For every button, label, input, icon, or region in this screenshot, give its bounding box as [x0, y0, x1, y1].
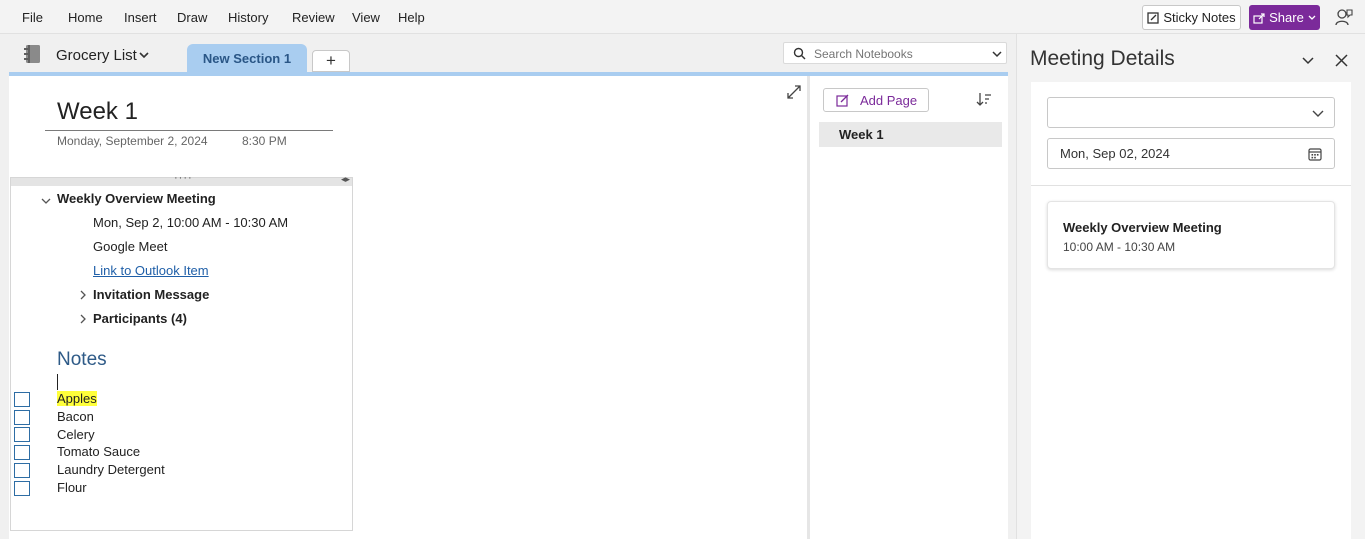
note-container-handle[interactable]: ···· ◂▸	[11, 172, 352, 186]
menu-file[interactable]: File	[22, 10, 43, 25]
text-caret	[57, 374, 58, 390]
sort-icon[interactable]	[976, 91, 992, 107]
checklist-item-tomato-sauce[interactable]: Tomato Sauce	[57, 444, 140, 459]
pane-divider	[1008, 74, 1016, 539]
menu-help[interactable]: Help	[398, 10, 425, 25]
expand-icon[interactable]	[786, 84, 802, 100]
chevron-right-icon[interactable]	[78, 314, 88, 324]
add-page-label: Add Page	[860, 93, 918, 108]
meeting-card-title: Weekly Overview Meeting	[1063, 220, 1222, 235]
checkbox-celery[interactable]	[14, 427, 30, 442]
checklist-item-laundry-detergent[interactable]: Laundry Detergent	[57, 462, 165, 477]
menu-bar: File Home Insert Draw History Review Vie…	[0, 0, 1365, 34]
meeting-card[interactable]: Weekly Overview Meeting 10:00 AM - 10:30…	[1047, 201, 1335, 269]
meeting-select-dropdown[interactable]	[1047, 97, 1335, 128]
checkbox-flour[interactable]	[14, 481, 30, 496]
notebook-name[interactable]: Grocery List	[56, 47, 137, 64]
checkbox-bacon[interactable]	[14, 410, 30, 425]
calendar-icon[interactable]	[1308, 147, 1322, 161]
menu-history[interactable]: History	[228, 10, 268, 25]
chevron-right-icon[interactable]	[78, 290, 88, 300]
menu-draw[interactable]: Draw	[177, 10, 207, 25]
meeting-location: Google Meet	[93, 239, 168, 254]
add-page-icon	[836, 94, 849, 107]
checklist-item-celery[interactable]: Celery	[57, 427, 95, 442]
chevron-down-icon[interactable]	[992, 49, 1002, 59]
menu-view[interactable]: View	[352, 10, 380, 25]
checkbox-tomato-sauce[interactable]	[14, 445, 30, 460]
menu-insert[interactable]: Insert	[124, 10, 157, 25]
chevron-down-icon[interactable]	[138, 50, 150, 60]
close-icon[interactable]	[1335, 54, 1348, 67]
checkbox-apples[interactable]	[14, 392, 30, 407]
page-list-item[interactable]: Week 1	[819, 122, 1002, 147]
divider	[1031, 185, 1351, 186]
sticky-notes-button[interactable]: Sticky Notes	[1142, 5, 1241, 30]
checklist-item-bacon[interactable]: Bacon	[57, 409, 94, 424]
chevron-down-icon[interactable]	[1301, 55, 1315, 67]
search-input[interactable]	[814, 46, 984, 61]
search-notebooks-box[interactable]	[783, 42, 1007, 64]
sticky-notes-label: Sticky Notes	[1163, 10, 1236, 25]
page-title[interactable]: Week 1	[57, 98, 138, 126]
notebook-bar: Grocery List New Section 1 +	[0, 34, 1016, 74]
page-time: 8:30 PM	[242, 134, 287, 148]
chevron-down-icon[interactable]	[41, 196, 51, 206]
title-underline	[45, 130, 333, 131]
invitation-message[interactable]: Invitation Message	[93, 287, 209, 302]
share-button[interactable]: Share	[1249, 5, 1320, 30]
tab-new-section-1[interactable]: New Section 1	[187, 44, 307, 72]
add-section-button[interactable]: +	[312, 50, 350, 72]
participants[interactable]: Participants (4)	[93, 311, 187, 326]
checklist-item-flour[interactable]: Flour	[57, 480, 87, 495]
person-feedback-icon[interactable]	[1334, 7, 1354, 27]
meeting-date-value: Mon, Sep 02, 2024	[1060, 146, 1170, 161]
share-label: Share	[1269, 10, 1304, 25]
drag-handle-icon[interactable]: ····	[174, 172, 193, 184]
sticky-note-icon	[1147, 11, 1160, 24]
chevron-down-icon	[1308, 15, 1316, 20]
share-icon	[1253, 12, 1265, 24]
checklist-item-apples[interactable]: Apples	[57, 391, 97, 406]
menu-home[interactable]: Home	[68, 10, 103, 25]
meeting-card-time: 10:00 AM - 10:30 AM	[1063, 240, 1176, 254]
notes-heading[interactable]: Notes	[57, 349, 107, 371]
meeting-details-title: Meeting Details	[1030, 47, 1175, 70]
page-list-item-label: Week 1	[839, 127, 884, 142]
chevron-down-icon[interactable]	[1312, 108, 1324, 118]
meeting-date-picker[interactable]: Mon, Sep 02, 2024	[1047, 138, 1335, 169]
outlook-item-link[interactable]: Link to Outlook Item	[93, 263, 209, 278]
meeting-when: Mon, Sep 2, 10:00 AM - 10:30 AM	[93, 215, 289, 230]
add-page-button[interactable]: Add Page	[823, 88, 929, 112]
meeting-title[interactable]: Weekly Overview Meeting	[57, 191, 216, 206]
page-date: Monday, September 2, 2024	[57, 134, 208, 148]
menu-review[interactable]: Review	[292, 10, 335, 25]
resize-handle-icon[interactable]: ◂▸	[341, 174, 350, 185]
notebook-icon[interactable]	[24, 44, 42, 64]
checkbox-laundry-detergent[interactable]	[14, 463, 30, 478]
search-icon	[793, 47, 806, 60]
